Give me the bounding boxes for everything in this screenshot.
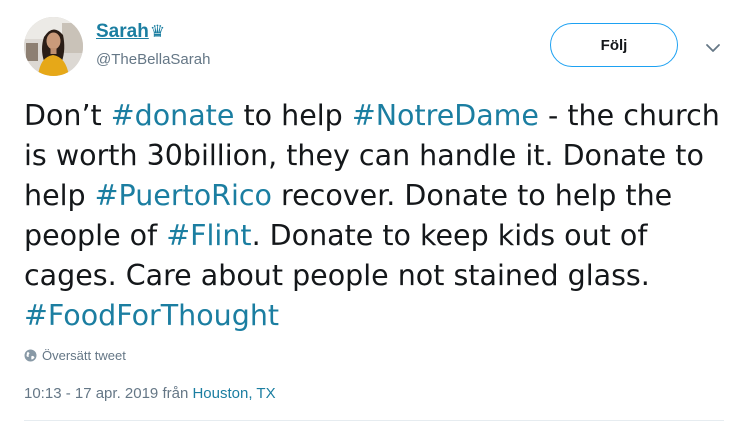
location-link[interactable]: Houston, TX xyxy=(192,385,275,402)
hashtag-link[interactable]: #donate xyxy=(111,99,235,132)
tweet-text-segment: Don’t xyxy=(24,99,111,132)
avatar[interactable] xyxy=(24,17,83,76)
timestamp[interactable]: 10:13 - 17 apr. 2019 xyxy=(24,385,158,402)
crown-icon: ♛ xyxy=(149,21,166,42)
follow-button[interactable]: Följ xyxy=(550,23,678,67)
hashtag-link[interactable]: #NotreDame xyxy=(352,99,539,132)
translate-label: Översätt tweet xyxy=(42,347,126,363)
profile-photo-icon xyxy=(24,17,83,76)
user-handle[interactable]: @TheBellaSarah xyxy=(96,51,210,68)
hashtag-link[interactable]: #Flint xyxy=(166,219,251,252)
display-name[interactable]: Sarah xyxy=(96,21,149,43)
tweet-meta: 10:13 - 17 apr. 2019 från Houston, TX xyxy=(24,385,276,402)
globe-icon xyxy=(24,349,37,361)
from-label: från xyxy=(158,385,193,402)
divider xyxy=(24,420,724,421)
hashtag-link[interactable]: #FoodForThought xyxy=(24,299,279,332)
tweet-text-segment: to help xyxy=(234,99,352,132)
hashtag-link[interactable]: #PuertoRico xyxy=(95,179,272,212)
chevron-down-icon[interactable] xyxy=(704,40,722,54)
display-name-row: Sarah ♛ xyxy=(96,19,165,45)
tweet-text: Don’t #donate to help #NotreDame - the c… xyxy=(24,96,724,336)
translate-tweet-link[interactable]: Översätt tweet xyxy=(24,346,126,364)
tweet-card: Sarah ♛ @TheBellaSarah Följ Don’t #donat… xyxy=(0,0,753,428)
